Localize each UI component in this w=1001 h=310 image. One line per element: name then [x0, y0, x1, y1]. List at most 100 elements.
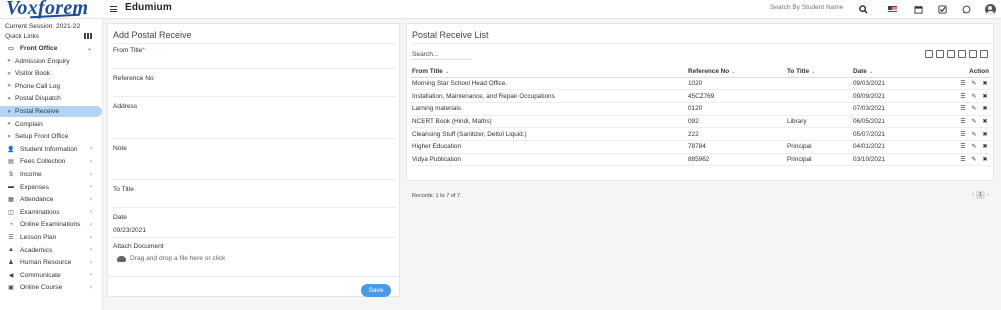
sidebar-item[interactable]: ☰ Lesson Plan ‹	[0, 232, 102, 243]
to-title-field[interactable]	[113, 207, 396, 208]
delete-icon[interactable]: ✖	[981, 156, 989, 163]
view-icon[interactable]: ☰	[959, 156, 967, 163]
view-icon[interactable]: ☰	[959, 93, 967, 100]
sidebar-item[interactable]: ▲ Academics ‹	[0, 245, 102, 256]
avatar[interactable]	[984, 3, 996, 15]
copy-icon[interactable]	[925, 50, 933, 58]
address-field[interactable]	[113, 138, 396, 139]
view-icon[interactable]: ☰	[959, 80, 967, 87]
delete-icon[interactable]: ✖	[981, 105, 989, 112]
delete-icon[interactable]: ✖	[981, 143, 989, 150]
chevron-icon: ⌄	[86, 46, 92, 52]
edit-icon[interactable]: ✎	[970, 131, 978, 138]
date-field[interactable]: 09/23/2021	[113, 227, 146, 234]
note-field[interactable]	[113, 179, 396, 180]
sidebar-item[interactable]: ♟ Human Resource ‹	[0, 257, 102, 268]
row-actions: ☰ ✎ ✖	[932, 77, 991, 91]
sidebar-item[interactable]: ◀ Communicate ‹	[0, 270, 102, 281]
view-icon[interactable]: ☰	[959, 131, 967, 138]
delete-icon[interactable]: ✖	[981, 131, 989, 138]
print-icon[interactable]	[969, 50, 977, 58]
quick-links[interactable]: Quick Links	[5, 33, 39, 40]
note-label: Note	[113, 145, 127, 152]
page-button[interactable]: 1	[976, 191, 986, 199]
cell-date: 03/10/2021	[852, 153, 932, 167]
delete-icon[interactable]: ✖	[981, 80, 989, 87]
sidebar: Current Session: 2021-22 Quick Links ▭ Fr…	[0, 19, 103, 310]
whatsapp-icon[interactable]	[960, 3, 972, 15]
table-row: NCERT Book (Hindi, Maths) 092 Library 06/05…	[411, 115, 991, 129]
sidebar-item[interactable]: » Postal Receive	[0, 106, 102, 117]
sidebar-item[interactable]: » Admission Enquiry	[0, 56, 102, 67]
sidebar-item[interactable]: » Postal Dispatch	[0, 93, 102, 104]
sidebar-item[interactable]: » Phone Call Log	[0, 81, 102, 92]
reference-field[interactable]	[113, 96, 396, 97]
view-icon[interactable]: ☰	[959, 143, 967, 150]
search-icon[interactable]	[857, 3, 869, 15]
chevron-icon: ‹	[90, 234, 92, 241]
col-date[interactable]: Date ⌄	[852, 67, 932, 78]
save-button[interactable]: Save	[361, 284, 391, 297]
sidebar-item-label: Admission Enquiry	[15, 57, 70, 65]
sidebar-item[interactable]: » Complain	[0, 119, 102, 130]
from-title-field[interactable]	[113, 68, 396, 69]
edit-icon[interactable]: ✎	[970, 93, 978, 100]
calendar-icon: ▦	[8, 197, 14, 204]
card-icon: ▬	[8, 184, 14, 191]
row-actions: ☰ ✎ ✖	[932, 140, 991, 154]
sidebar-item[interactable]: ▤ Fees Collection ‹	[0, 156, 102, 167]
col-reference-no[interactable]: Reference No ⌄	[687, 67, 786, 78]
cell-date: 09/09/2021	[852, 89, 932, 103]
row-actions: ☰ ✎ ✖	[932, 89, 991, 103]
pdf-icon[interactable]	[958, 50, 966, 58]
col-to-title[interactable]: To Title ⌄	[786, 67, 852, 78]
student-search-input[interactable]	[770, 4, 850, 11]
cell-from: Larning materials	[411, 102, 687, 116]
table-row: Larning materials 0120 07/03/2021 ☰ ✎ ✖	[411, 102, 991, 116]
file-dropzone[interactable]: Drag and drop a file here or click	[117, 255, 225, 262]
table-row: Installation, Maintenance, and Repair Oc…	[411, 89, 991, 103]
prev-page-button[interactable]: ‹	[972, 192, 974, 198]
sidebar-item[interactable]: » Visitor Book	[0, 68, 102, 79]
checkbox-icon[interactable]	[936, 3, 948, 15]
menu-toggle-icon[interactable]	[110, 6, 117, 12]
cell-ref: 45CZ769	[687, 89, 786, 103]
sidebar-item[interactable]: $ Income ‹	[0, 169, 102, 180]
calendar-icon[interactable]	[912, 3, 924, 15]
chevron-icon: ‹	[90, 284, 92, 291]
row-actions: ☰ ✎ ✖	[932, 127, 991, 141]
sidebar-item[interactable]: ◔ Online Examinations ‹	[0, 219, 102, 230]
us-flag-icon[interactable]	[886, 3, 898, 15]
postal-receive-list-panel: Postal Receive List From Title⌄ Referenc…	[406, 23, 994, 199]
delete-icon[interactable]: ✖	[981, 118, 989, 125]
sidebar-item[interactable]: ▣ Online Course ‹	[0, 282, 102, 293]
csv-icon[interactable]	[947, 50, 955, 58]
edit-icon[interactable]: ✎	[970, 105, 978, 112]
col-from-title[interactable]: From Title ⌄	[411, 67, 687, 78]
monitor-icon: ▭	[8, 46, 14, 52]
sidebar-item[interactable]: ▦ Attendance ‹	[0, 194, 102, 205]
edit-icon[interactable]: ✎	[970, 118, 978, 125]
sidebar-item[interactable]: 👤 Student Information ‹	[0, 144, 102, 155]
chevron-icon: ‹	[90, 196, 92, 203]
sidebar-item-label: Online Course	[20, 284, 63, 292]
delete-icon[interactable]: ✖	[981, 93, 989, 100]
next-page-button[interactable]: ›	[987, 192, 989, 198]
view-icon[interactable]: ☰	[959, 105, 967, 112]
date-label: Date	[113, 214, 127, 221]
excel-icon[interactable]	[936, 50, 944, 58]
sidebar-item[interactable]: ▬ Expenses ‹	[0, 182, 102, 193]
sidebar-item[interactable]: » Setup Front Office	[0, 131, 102, 142]
edit-icon[interactable]: ✎	[970, 143, 978, 150]
sidebar-item[interactable]: ▭ Front Office ⌄	[0, 43, 102, 54]
money-icon: ▤	[8, 159, 14, 166]
view-icon[interactable]: ☰	[959, 118, 967, 125]
grid-icon[interactable]	[84, 33, 92, 39]
edit-icon[interactable]: ✎	[970, 156, 978, 163]
sidebar-item[interactable]: ◫ Examinations ‹	[0, 207, 102, 218]
list-search-input[interactable]	[412, 51, 472, 60]
list-icon: ☰	[8, 235, 14, 241]
edit-icon[interactable]: ✎	[970, 80, 978, 87]
columns-icon[interactable]	[980, 50, 988, 58]
bullet-icon: »	[7, 95, 11, 102]
